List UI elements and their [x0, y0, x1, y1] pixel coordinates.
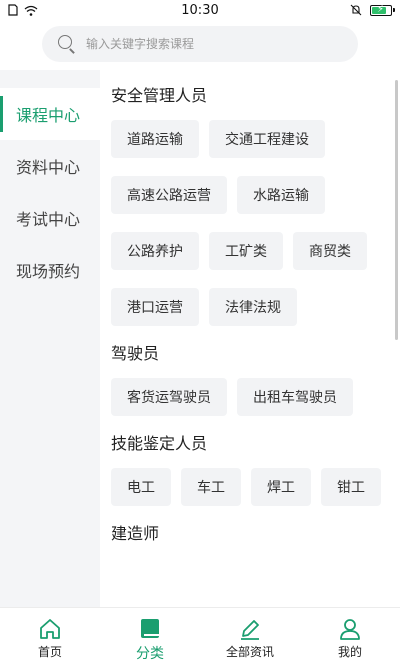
scrollbar[interactable] [395, 80, 398, 340]
category-tag[interactable]: 港口运营 [111, 288, 199, 326]
tag-list: 电工 车工 焊工 钳工 [111, 468, 391, 506]
section-title: 建造师 [111, 524, 160, 543]
nav-item-news[interactable]: 全部资讯 [200, 608, 300, 667]
home-icon [40, 619, 60, 639]
category-tag[interactable]: 公路养护 [111, 232, 199, 270]
category-tag[interactable]: 交通工程建设 [209, 120, 325, 158]
category-tag[interactable]: 法律法规 [209, 288, 297, 326]
search-input[interactable] [86, 37, 326, 51]
search-icon [58, 35, 76, 54]
category-tag[interactable]: 水路运输 [237, 176, 325, 214]
nav-label-mine: 我的 [337, 645, 362, 659]
sidebar-item[interactable]: 资料中心 [0, 140, 100, 192]
nav-item-home[interactable]: 首页 [0, 608, 100, 667]
sidebar-list: 课程中心 资料中心 考试中心 现场预约 [0, 70, 100, 296]
nav-item-mine[interactable]: 我的 [300, 608, 400, 667]
category-tag[interactable]: 出租车驾驶员 [237, 378, 353, 416]
sidebar-item[interactable]: 现场预约 [0, 244, 100, 296]
category-section: 建造师 [111, 524, 400, 544]
section-title: 驾驶员 [111, 344, 160, 363]
pencil-icon [241, 620, 259, 640]
status-right: ⚡ [350, 3, 395, 16]
nav-label-home: 首页 [37, 645, 62, 659]
section-title: 技能鉴定人员 [111, 434, 208, 453]
tag-list: 道路运输 交通工程建设高速公路运营 水路运输 公路养护 工矿类 商贸类港口运营 法律法规 [111, 120, 391, 326]
bottom-nav: 首页 分类 全部资讯 我的 [0, 607, 400, 667]
category-section: 技能鉴定人员电工 车工 焊工 钳工 [111, 434, 400, 506]
category-tag[interactable]: 钳工 [321, 468, 381, 506]
category-tag[interactable]: 焊工 [251, 468, 311, 506]
sidebar-item[interactable]: 课程中心 [0, 88, 100, 140]
status-bar: 10:30 ⚡ [0, 0, 400, 22]
book-icon [141, 619, 159, 638]
category-tag[interactable]: 车工 [181, 468, 241, 506]
sidebar-item[interactable]: 考试中心 [0, 192, 100, 244]
status-time: 10:30 [181, 3, 219, 18]
battery-icon: ⚡ [370, 3, 395, 16]
nav-label-news: 全部资讯 [225, 645, 274, 659]
tag-list: 客货运驾驶员 出租车驾驶员 [111, 378, 391, 416]
nav-label-category: 分类 [136, 646, 164, 662]
sections-container: 安全管理人员道路运输 交通工程建设高速公路运营 水路运输 公路养护 工矿类 商贸类港口运营… [111, 86, 400, 544]
category-tag[interactable]: 工矿类 [209, 232, 283, 270]
nav-item-category[interactable]: 分类 [100, 608, 200, 667]
category-tag[interactable]: 道路运输 [111, 120, 199, 158]
category-content: 安全管理人员道路运输 交通工程建设高速公路运营 水路运输 公路养护 工矿类 商贸类港口运营… [100, 70, 400, 607]
search-bar[interactable] [42, 26, 358, 62]
section-title: 安全管理人员 [111, 86, 208, 105]
charging-icon: ⚡ [377, 3, 385, 15]
category-tag[interactable]: 高速公路运营 [111, 176, 227, 214]
bell-muted-icon [350, 4, 362, 16]
category-sidebar: 课程中心 资料中心 考试中心 现场预约 [0, 70, 100, 607]
category-tag[interactable]: 客货运驾驶员 [111, 378, 227, 416]
user-icon [340, 619, 360, 640]
category-section: 安全管理人员道路运输 交通工程建设高速公路运营 水路运输 公路养护 工矿类 商贸类港口运营… [111, 86, 400, 326]
category-section: 驾驶员客货运驾驶员 出租车驾驶员 [111, 344, 400, 416]
category-tag[interactable]: 电工 [111, 468, 171, 506]
category-tag[interactable]: 商贸类 [293, 232, 367, 270]
